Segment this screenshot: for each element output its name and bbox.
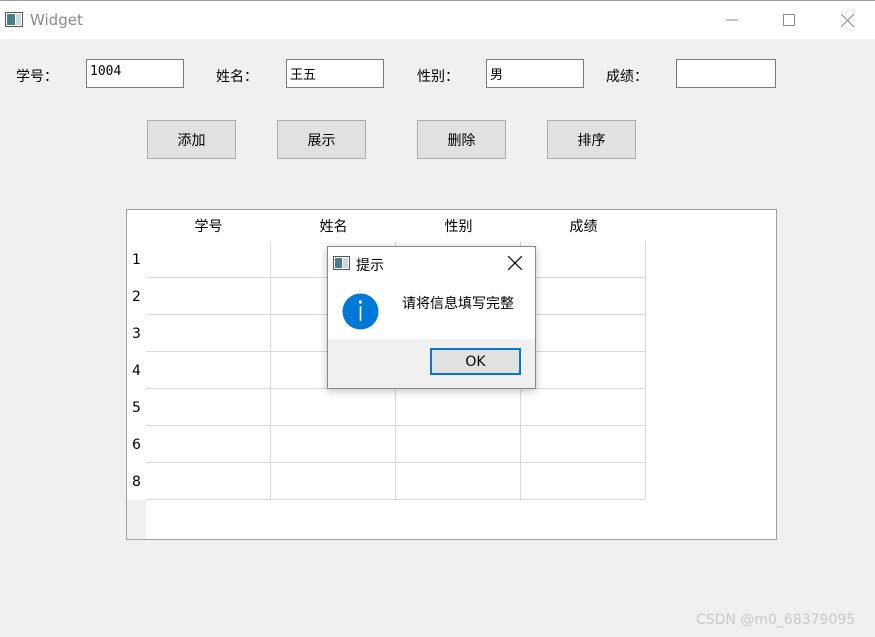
dialog-app-icon [333, 256, 350, 270]
table-cell[interactable] [521, 278, 646, 315]
table-cell[interactable] [396, 463, 521, 500]
maximize-icon [783, 14, 795, 26]
table-cell[interactable] [146, 352, 271, 389]
table-cell[interactable] [146, 426, 271, 463]
table-cell[interactable] [271, 389, 396, 426]
gender-input[interactable]: 男 [486, 59, 584, 88]
add-button[interactable]: 添加 [147, 120, 236, 159]
row-header[interactable]: 6 [127, 426, 146, 463]
student-id-label: 学号： [16, 69, 58, 85]
table-cell[interactable] [521, 315, 646, 352]
row-header[interactable]: 2 [127, 278, 146, 315]
sort-button[interactable]: 排序 [547, 120, 636, 159]
close-icon [841, 14, 854, 27]
name-label: 姓名： [216, 69, 258, 85]
minimize-icon [726, 19, 738, 21]
table-cell[interactable] [146, 278, 271, 315]
minimize-button[interactable] [709, 1, 755, 39]
table-cell[interactable] [396, 426, 521, 463]
table-cell[interactable] [521, 241, 646, 278]
dialog-footer: OK [328, 339, 535, 388]
row-header[interactable]: 5 [127, 389, 146, 426]
score-input[interactable] [676, 59, 776, 88]
window-app-icon [5, 12, 23, 27]
table-cell[interactable] [521, 389, 646, 426]
close-button[interactable] [824, 1, 870, 39]
table-cell[interactable] [521, 352, 646, 389]
close-icon [508, 256, 522, 270]
score-label: 成绩： [606, 69, 648, 85]
table-corner[interactable] [127, 210, 146, 241]
column-header-student-id[interactable]: 学号 [146, 210, 271, 241]
maximize-button[interactable] [766, 1, 812, 39]
row-header[interactable]: 8 [127, 463, 146, 500]
name-input[interactable]: 王五 [286, 59, 384, 88]
table-cell[interactable] [521, 463, 646, 500]
delete-button[interactable]: 删除 [417, 120, 506, 159]
gender-label: 性别： [417, 69, 459, 85]
window-title: Widget [30, 11, 83, 29]
table-cell[interactable] [396, 389, 521, 426]
row-header[interactable]: 1 [127, 241, 146, 278]
message-dialog[interactable]: 提示 请将信息填写完整 OK [327, 246, 536, 389]
watermark: CSDN @m0_68379095 [696, 612, 856, 628]
ok-button[interactable]: OK [430, 348, 521, 375]
dialog-message: 请将信息填写完整 [402, 296, 514, 312]
column-header-gender[interactable]: 性别 [396, 210, 521, 241]
title-bar[interactable]: Widget [0, 1, 875, 39]
information-icon [342, 293, 379, 330]
column-header-score[interactable]: 成绩 [521, 210, 646, 241]
table-cell[interactable] [146, 389, 271, 426]
dialog-close-button[interactable] [502, 252, 528, 274]
table-cell[interactable] [146, 241, 271, 278]
table-cell[interactable] [146, 315, 271, 352]
column-header-name[interactable]: 姓名 [271, 210, 396, 241]
table-cell[interactable] [271, 463, 396, 500]
table-cell[interactable] [521, 426, 646, 463]
row-header[interactable]: 4 [127, 352, 146, 389]
table-cell[interactable] [271, 426, 396, 463]
row-header[interactable]: 3 [127, 315, 146, 352]
show-button[interactable]: 展示 [277, 120, 366, 159]
dialog-title: 提示 [356, 258, 384, 274]
student-id-input[interactable]: 1004 [86, 59, 184, 88]
table-cell[interactable] [146, 463, 271, 500]
